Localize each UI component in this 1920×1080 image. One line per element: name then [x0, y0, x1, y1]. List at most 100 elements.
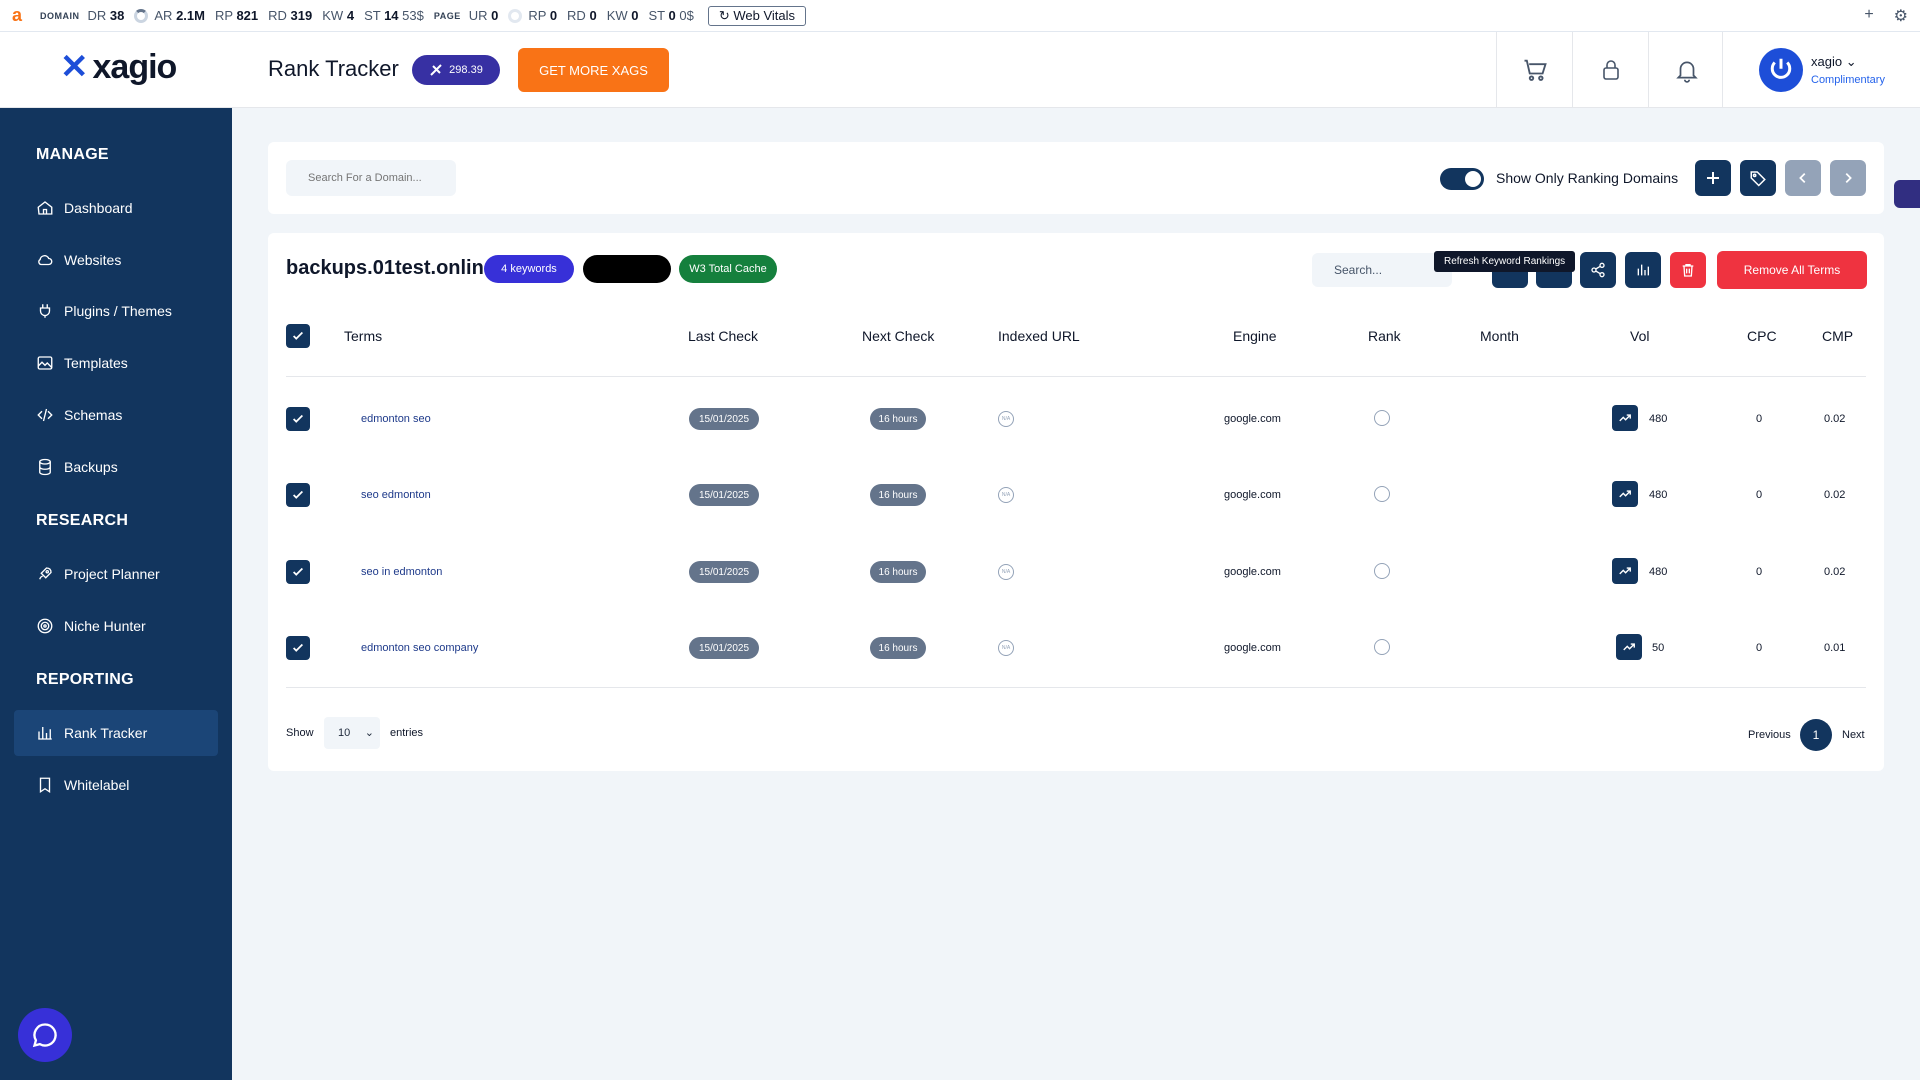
database-icon — [39, 458, 51, 476]
lock-button[interactable] — [1572, 32, 1648, 108]
indexed-na-icon: N/A — [998, 411, 1014, 427]
toggle-label: Show Only Ranking Domains — [1496, 170, 1679, 186]
keyword-search-input[interactable]: Search... — [1312, 253, 1452, 287]
fingerprint-widget-icon[interactable] — [1894, 180, 1920, 208]
section-manage: MANAGE — [36, 146, 109, 163]
col-last-check[interactable]: Last Check — [688, 328, 758, 344]
term-link[interactable]: edmonton seo company — [361, 642, 478, 654]
col-terms[interactable]: Terms — [344, 328, 382, 344]
bookmark-icon — [39, 777, 51, 794]
refresh-rankings-tooltip: Refresh Keyword Rankings — [1434, 251, 1576, 272]
col-cpc[interactable]: CPC — [1747, 328, 1777, 344]
web-vitals-button[interactable]: ↻ Web Vitals — [707, 5, 807, 26]
trend-up-icon — [1619, 414, 1631, 422]
add-domain-button[interactable] — [1695, 160, 1731, 196]
sidebar-item-backups[interactable]: Backups — [14, 444, 218, 490]
sidebar-item-rank-tracker[interactable]: Rank Tracker — [14, 710, 218, 756]
engine-value: google.com — [1224, 489, 1281, 501]
sidebar-item-label: Backups — [64, 459, 118, 475]
col-next-check[interactable]: Next Check — [862, 328, 934, 344]
seo-extension-bar: a DOMAIN DR 38 AR 2.1M RP 821 RD 319 KW … — [0, 0, 1920, 32]
remove-all-terms-button[interactable]: Remove All Terms — [1717, 251, 1867, 289]
col-vol[interactable]: Vol — [1630, 328, 1649, 344]
delete-button[interactable] — [1670, 252, 1706, 288]
cart-button[interactable] — [1496, 32, 1572, 108]
row-checkbox[interactable] — [286, 636, 310, 660]
plug-icon — [39, 304, 51, 318]
row-checkbox[interactable] — [286, 483, 310, 507]
xags-icon — [430, 64, 442, 76]
rank-unranked-icon — [1374, 410, 1390, 426]
power-icon — [1770, 58, 1792, 79]
trend-button[interactable] — [1616, 634, 1642, 660]
trend-button[interactable] — [1612, 481, 1638, 507]
sidebar-item-label: Websites — [64, 252, 122, 268]
sidebar-item-whitelabel[interactable]: Whitelabel — [14, 762, 218, 808]
last-check-pill: 15/01/2025 — [689, 484, 759, 506]
row-checkbox[interactable] — [286, 560, 310, 584]
col-engine[interactable]: Engine — [1233, 328, 1277, 344]
plus-icon[interactable]: + — [1864, 6, 1873, 26]
metric-rp: RP 821 — [214, 8, 259, 23]
next-page-link[interactable]: Next — [1842, 729, 1865, 741]
notifications-button[interactable] — [1648, 32, 1724, 108]
prev-domain-button[interactable] — [1785, 160, 1821, 196]
xags-balance-badge[interactable]: 298.39 — [412, 55, 500, 85]
share-button[interactable] — [1580, 252, 1616, 288]
term-link[interactable]: seo in edmonton — [361, 566, 442, 578]
check-icon — [293, 567, 303, 576]
lock-icon — [1602, 60, 1619, 80]
cpc-value: 0 — [1756, 566, 1763, 578]
term-link[interactable]: edmonton seo — [361, 413, 431, 425]
sidebar-item-dashboard[interactable]: Dashboard — [14, 185, 218, 231]
chart-button[interactable] — [1625, 252, 1661, 288]
trend-button[interactable] — [1612, 405, 1638, 431]
tag-button[interactable] — [1740, 160, 1776, 196]
xagio-logo[interactable]: ✕ xagio — [60, 48, 177, 86]
ahrefs-logo-icon[interactable]: a — [12, 5, 22, 26]
sidebar-item-plugins-themes[interactable]: Plugins / Themes — [14, 288, 218, 334]
get-more-xags-button[interactable]: GET MORE XAGS — [518, 48, 669, 92]
trend-up-icon — [1623, 643, 1635, 651]
previous-page-link[interactable]: Previous — [1748, 729, 1791, 741]
bar-chart-icon — [1637, 264, 1649, 276]
next-domain-button[interactable] — [1830, 160, 1866, 196]
cmp-value: 0.02 — [1824, 489, 1846, 501]
sidebar-item-schemas[interactable]: Schemas — [14, 392, 218, 438]
term-link[interactable]: seo edmonton — [361, 489, 431, 501]
trend-button[interactable] — [1612, 558, 1638, 584]
keywords-count-badge: 4 keywords — [484, 255, 574, 283]
sidebar-item-templates[interactable]: Templates — [14, 340, 218, 386]
col-rank[interactable]: Rank — [1368, 328, 1401, 344]
show-label: Show — [286, 727, 314, 739]
sidebar-item-project-planner[interactable]: Project Planner — [14, 551, 218, 597]
row-checkbox[interactable] — [286, 407, 310, 431]
indexed-na-icon: N/A — [998, 640, 1014, 656]
target-icon — [37, 618, 53, 634]
user-menu[interactable]: xagio ⌄ Complimentary — [1722, 32, 1920, 108]
ranking-domains-toggle[interactable] — [1440, 168, 1484, 190]
page-size-select[interactable]: 10 ⌄ — [324, 717, 380, 749]
sidebar-item-websites[interactable]: Websites — [14, 237, 218, 283]
col-month[interactable]: Month — [1480, 328, 1519, 344]
page-1-button[interactable]: 1 — [1800, 719, 1832, 751]
trend-up-icon — [1619, 567, 1631, 575]
vol-value: 480 — [1649, 413, 1668, 425]
domain-search-input[interactable] — [286, 160, 456, 196]
chevron-down-icon: ⌄ — [364, 727, 374, 739]
section-research: RESEARCH — [36, 512, 129, 529]
engine-value: google.com — [1224, 642, 1281, 654]
chat-launcher-button[interactable] — [18, 1008, 72, 1062]
col-cmp[interactable]: CMP — [1822, 328, 1853, 344]
xagio-x-icon: ✕ — [60, 48, 89, 86]
redacted-badge — [583, 255, 671, 283]
engine-value: google.com — [1224, 413, 1281, 425]
vol-value: 480 — [1649, 489, 1668, 501]
select-all-checkbox[interactable] — [286, 324, 310, 348]
sidebar-item-niche-hunter[interactable]: Niche Hunter — [14, 603, 218, 649]
rank-unranked-icon — [1374, 486, 1390, 502]
vol-value: 50 — [1652, 642, 1665, 654]
tag-icon — [1750, 171, 1766, 187]
settings-icon[interactable]: ⚙ — [1894, 6, 1908, 26]
col-indexed-url[interactable]: Indexed URL — [998, 328, 1080, 344]
